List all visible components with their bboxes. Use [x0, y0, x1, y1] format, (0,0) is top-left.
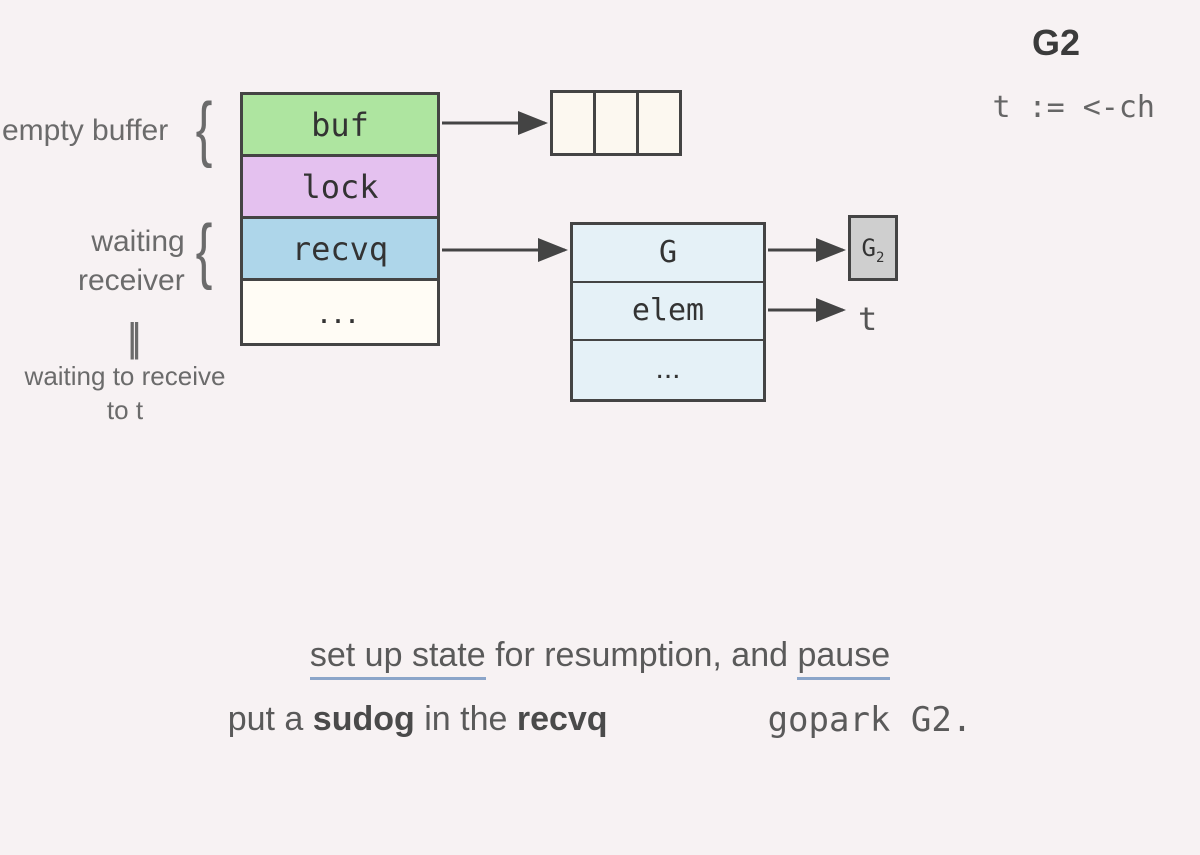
- t-label: t: [858, 300, 877, 338]
- hchan-buf: buf: [243, 95, 437, 157]
- sudog-dots: ...: [573, 341, 763, 399]
- caption-left-a: put a: [228, 700, 313, 738]
- caption-line1: set up state for resumption, and pause: [0, 636, 1200, 680]
- g2-letter: G: [862, 234, 876, 262]
- label-waiting-to-receive: waiting to receive to t: [5, 360, 245, 428]
- label-waiting-line2: receiver: [78, 261, 185, 300]
- caption-mid: for resumption, and: [486, 636, 798, 674]
- buffer-cell: [596, 93, 639, 153]
- hchan-recvq: recvq: [243, 219, 437, 281]
- g2-box: G2: [848, 215, 898, 281]
- hchan-lock: lock: [243, 157, 437, 219]
- label-waiting-line1: waiting: [78, 222, 185, 261]
- caption-right: gopark G2.: [768, 700, 973, 740]
- header-title: G2: [1032, 22, 1080, 64]
- sudog-elem: elem: [573, 283, 763, 341]
- buffer-cells: [550, 90, 682, 156]
- label-empty-buffer: empty buffer: [2, 114, 168, 148]
- caption-left-c: in the: [415, 700, 517, 738]
- caption-underline-1: set up state: [310, 636, 486, 680]
- hchan-struct: buf lock recvq ...: [240, 92, 440, 346]
- header-code: t := <-ch: [992, 90, 1155, 125]
- label-line2: to t: [5, 394, 245, 428]
- caption-line2: put a sudog in the recvq gopark G2.: [0, 700, 1200, 740]
- buffer-cell: [639, 93, 679, 153]
- buffer-cell: [553, 93, 596, 153]
- brace-icon: {: [196, 88, 213, 170]
- caption-left: put a sudog in the recvq: [228, 700, 608, 740]
- caption-underline-2: pause: [797, 636, 890, 680]
- caption-left-d: recvq: [517, 700, 608, 738]
- sudog-struct: G elem ...: [570, 222, 766, 402]
- label-line1: waiting to receive: [5, 360, 245, 394]
- caption: set up state for resumption, and pause p…: [0, 636, 1200, 740]
- caption-left-b: sudog: [313, 700, 415, 738]
- g2-subscript: 2: [876, 250, 884, 266]
- brace-icon: {: [196, 210, 213, 292]
- label-waiting-receiver: waiting receiver: [78, 222, 185, 300]
- hchan-dots: ...: [243, 281, 437, 343]
- sudog-g: G: [573, 225, 763, 283]
- parallel-bars-icon: ||: [127, 316, 136, 361]
